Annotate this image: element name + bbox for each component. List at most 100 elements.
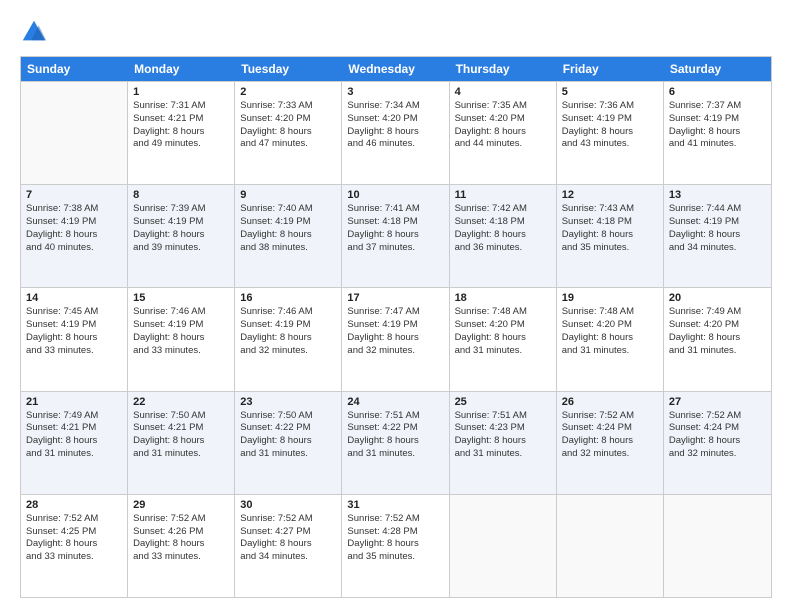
cell-info-line: Sunset: 4:19 PM xyxy=(240,319,336,332)
calendar-cell: 24Sunrise: 7:51 AMSunset: 4:22 PMDayligh… xyxy=(342,392,449,494)
calendar-cell: 30Sunrise: 7:52 AMSunset: 4:27 PMDayligh… xyxy=(235,495,342,597)
calendar-cell: 28Sunrise: 7:52 AMSunset: 4:25 PMDayligh… xyxy=(21,495,128,597)
day-number: 14 xyxy=(26,292,122,304)
calendar-cell: 8Sunrise: 7:39 AMSunset: 4:19 PMDaylight… xyxy=(128,185,235,287)
day-number: 19 xyxy=(562,292,658,304)
cell-info-line: and 32 minutes. xyxy=(240,345,336,358)
cell-info-line: Sunrise: 7:52 AM xyxy=(26,513,122,526)
day-number: 10 xyxy=(347,189,443,201)
cell-info-line: Daylight: 8 hours xyxy=(455,229,551,242)
day-number: 11 xyxy=(455,189,551,201)
cell-info-line: Sunrise: 7:52 AM xyxy=(240,513,336,526)
cell-info-line: Daylight: 8 hours xyxy=(133,538,229,551)
cell-info-line: Daylight: 8 hours xyxy=(347,229,443,242)
cell-info-line: Daylight: 8 hours xyxy=(240,538,336,551)
cell-info-line: Sunrise: 7:41 AM xyxy=(347,203,443,216)
cell-info-line: and 47 minutes. xyxy=(240,138,336,151)
calendar-header: SundayMondayTuesdayWednesdayThursdayFrid… xyxy=(21,57,771,81)
calendar-row: 14Sunrise: 7:45 AMSunset: 4:19 PMDayligh… xyxy=(21,287,771,390)
cell-info-line: Sunset: 4:18 PM xyxy=(347,216,443,229)
calendar-cell xyxy=(21,82,128,184)
cell-info-line: Sunrise: 7:36 AM xyxy=(562,100,658,113)
calendar: SundayMondayTuesdayWednesdayThursdayFrid… xyxy=(20,56,772,598)
day-number: 1 xyxy=(133,86,229,98)
cell-info-line: Daylight: 8 hours xyxy=(455,126,551,139)
cell-info-line: Sunrise: 7:48 AM xyxy=(455,306,551,319)
cell-info-line: Sunset: 4:20 PM xyxy=(347,113,443,126)
cal-header-day: Friday xyxy=(557,57,664,81)
cell-info-line: Sunset: 4:23 PM xyxy=(455,422,551,435)
cell-info-line: and 40 minutes. xyxy=(26,242,122,255)
cell-info-line: Daylight: 8 hours xyxy=(669,229,766,242)
cell-info-line: and 37 minutes. xyxy=(347,242,443,255)
day-number: 7 xyxy=(26,189,122,201)
cell-info-line: Daylight: 8 hours xyxy=(562,435,658,448)
day-number: 3 xyxy=(347,86,443,98)
calendar-cell xyxy=(557,495,664,597)
cell-info-line: and 32 minutes. xyxy=(347,345,443,358)
day-number: 5 xyxy=(562,86,658,98)
calendar-cell: 26 Sunrise: 7:52 AMSunset: 4:24 PMDayligh… xyxy=(557,392,664,494)
cell-info-line: Sunrise: 7:40 AM xyxy=(240,203,336,216)
cell-info-line: and 44 minutes. xyxy=(455,138,551,151)
cell-info-line: Sunrise: 7:35 AM xyxy=(455,100,551,113)
day-number: 27 xyxy=(669,396,766,408)
cell-info-line: Sunset: 4:21 PM xyxy=(133,422,229,435)
calendar-cell: 11Sunrise: 7:42 AMSunset: 4:18 PMDayligh… xyxy=(450,185,557,287)
day-number: 25 xyxy=(455,396,551,408)
cell-info-line: Sunset: 4:19 PM xyxy=(133,216,229,229)
calendar-cell: 9Sunrise: 7:40 AMSunset: 4:19 PMDaylight… xyxy=(235,185,342,287)
cell-info-line: Daylight: 8 hours xyxy=(347,126,443,139)
day-number: 8 xyxy=(133,189,229,201)
cell-info-line: Sunset: 4:20 PM xyxy=(455,113,551,126)
cell-info-line: Daylight: 8 hours xyxy=(133,332,229,345)
day-number: 30 xyxy=(240,499,336,511)
cell-info-line: Sunrise: 7:52 AM xyxy=(562,410,658,423)
calendar-cell: 22Sunrise: 7:50 AMSunset: 4:21 PMDayligh… xyxy=(128,392,235,494)
day-number: 26 xyxy=(562,396,658,408)
cell-info-line: Sunset: 4:20 PM xyxy=(669,319,766,332)
cell-info-line: Sunrise: 7:51 AM xyxy=(347,410,443,423)
cell-info-line: Daylight: 8 hours xyxy=(347,538,443,551)
day-number: 21 xyxy=(26,396,122,408)
cell-info-line: Sunrise: 7:50 AM xyxy=(240,410,336,423)
cell-info-line: Sunrise: 7:52 AM xyxy=(669,410,766,423)
cell-info-line: and 39 minutes. xyxy=(133,242,229,255)
cell-info-line: Sunrise: 7:43 AM xyxy=(562,203,658,216)
cell-info-line: and 33 minutes. xyxy=(133,551,229,564)
day-number: 18 xyxy=(455,292,551,304)
cell-info-line: Sunrise: 7:39 AM xyxy=(133,203,229,216)
cell-info-line: Sunset: 4:24 PM xyxy=(562,422,658,435)
cell-info-line: Daylight: 8 hours xyxy=(133,126,229,139)
calendar-cell: 27Sunrise: 7:52 AMSunset: 4:24 PMDayligh… xyxy=(664,392,771,494)
cell-info-line: Daylight: 8 hours xyxy=(455,435,551,448)
cell-info-line: Daylight: 8 hours xyxy=(26,435,122,448)
cal-header-day: Saturday xyxy=(664,57,771,81)
cell-info-line: Sunrise: 7:37 AM xyxy=(669,100,766,113)
calendar-body: 1Sunrise: 7:31 AMSunset: 4:21 PMDaylight… xyxy=(21,81,771,597)
cell-info-line: Sunrise: 7:49 AM xyxy=(26,410,122,423)
day-number: 13 xyxy=(669,189,766,201)
cal-header-day: Thursday xyxy=(450,57,557,81)
cell-info-line: and 35 minutes. xyxy=(562,242,658,255)
day-number: 22 xyxy=(133,396,229,408)
calendar-cell: 6Sunrise: 7:37 AMSunset: 4:19 PMDaylight… xyxy=(664,82,771,184)
cell-info-line: Daylight: 8 hours xyxy=(562,332,658,345)
calendar-cell: 3Sunrise: 7:34 AMSunset: 4:20 PMDaylight… xyxy=(342,82,449,184)
cell-info-line: Sunset: 4:21 PM xyxy=(26,422,122,435)
calendar-cell: 21 Sunrise: 7:49 AMSunset: 4:21 PMDayligh… xyxy=(21,392,128,494)
cell-info-line: Daylight: 8 hours xyxy=(240,332,336,345)
cell-info-line: Daylight: 8 hours xyxy=(240,229,336,242)
cell-info-line: and 34 minutes. xyxy=(240,551,336,564)
cell-info-line: and 31 minutes. xyxy=(455,345,551,358)
calendar-cell: 23Sunrise: 7:50 AMSunset: 4:22 PMDayligh… xyxy=(235,392,342,494)
cell-info-line: Daylight: 8 hours xyxy=(562,229,658,242)
cell-info-line: and 41 minutes. xyxy=(669,138,766,151)
calendar-cell: 19Sunrise: 7:48 AMSunset: 4:20 PMDayligh… xyxy=(557,288,664,390)
cell-info-line: Daylight: 8 hours xyxy=(455,332,551,345)
cell-info-line: Daylight: 8 hours xyxy=(133,435,229,448)
cell-info-line: Daylight: 8 hours xyxy=(347,435,443,448)
cell-info-line: Sunrise: 7:47 AM xyxy=(347,306,443,319)
calendar-cell: 15Sunrise: 7:46 AMSunset: 4:19 PMDayligh… xyxy=(128,288,235,390)
cell-info-line: Sunset: 4:25 PM xyxy=(26,526,122,539)
